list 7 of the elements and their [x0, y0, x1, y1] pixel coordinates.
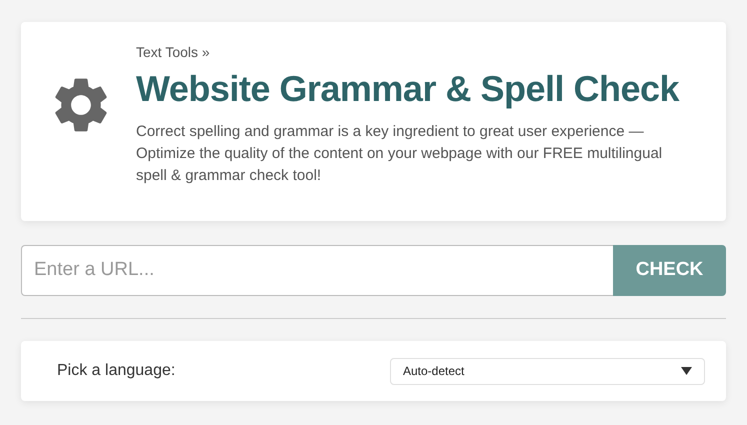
- url-field[interactable]: Enter a URL...: [21, 245, 613, 296]
- page-title: Website Grammar & Spell Check: [136, 67, 680, 111]
- dropdown-arrow-icon: [681, 367, 692, 375]
- language-label: Pick a language:: [57, 361, 176, 381]
- language-select[interactable]: Auto-detect: [390, 358, 705, 384]
- breadcrumb-link[interactable]: Text Tools »: [136, 42, 680, 63]
- description-text: Correct spelling and grammar is a key ingredient to great user experience — Optimize the quality of the content on your webpage with our FREE multilingual spell & grammar check tool!: [136, 122, 664, 186]
